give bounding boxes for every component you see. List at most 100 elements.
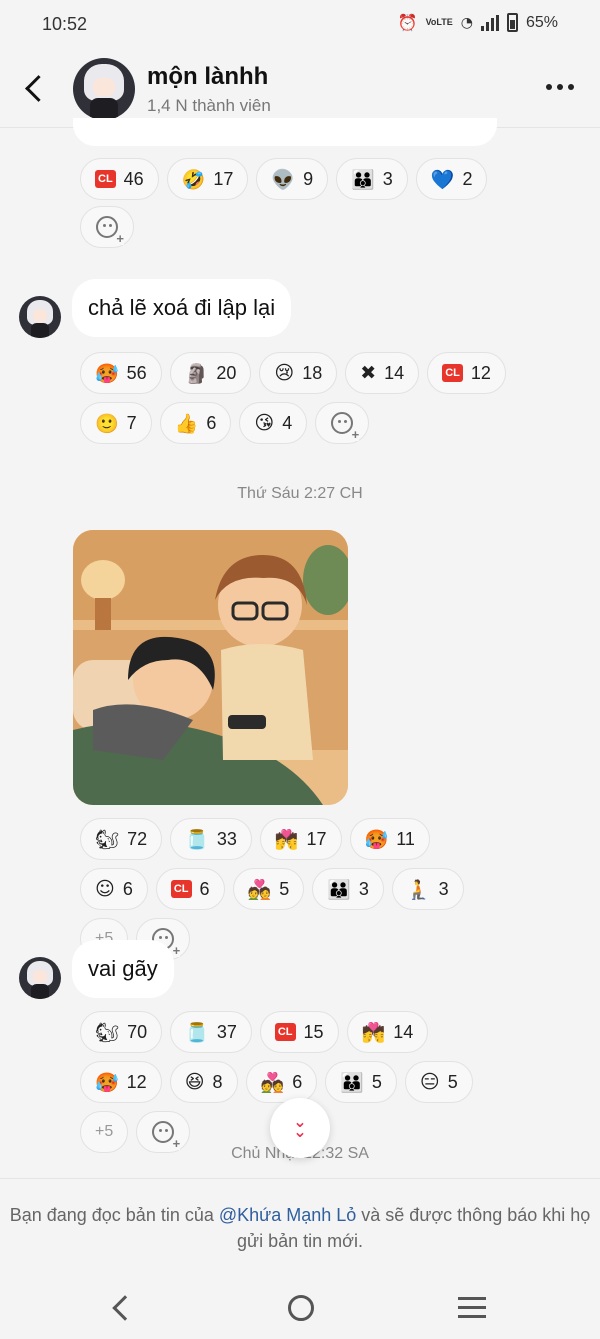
reaction-emoji-icon: 😑 [419, 1071, 440, 1093]
reaction-chip[interactable]: 🥵 11 [349, 818, 430, 860]
reaction-chip[interactable]: 🐿 72 [80, 818, 163, 860]
nav-home-button[interactable] [288, 1295, 314, 1321]
reaction-count: 9 [303, 168, 314, 189]
reaction-bar: 🐿 72 🫙 33 💏 17 🥵 11 ☺ 6 CL 6 💑 5 👪 3 🧎 3 +5 [80, 818, 480, 960]
reaction-count: 5 [447, 1071, 458, 1092]
add-emoji-icon [331, 412, 360, 441]
reaction-chip[interactable]: 😑 5 [404, 1061, 473, 1103]
reaction-chip[interactable]: 💑 6 [245, 1061, 318, 1103]
reaction-count: 14 [384, 362, 405, 383]
reaction-emoji-icon: 🫙 [185, 828, 209, 851]
reaction-emoji-icon: ☺ [95, 878, 115, 900]
reaction-count: 70 [127, 1021, 148, 1042]
reaction-chip[interactable]: 👪 3 [336, 158, 408, 200]
reaction-emoji-icon: 👪 [327, 878, 351, 901]
reaction-emoji-icon: ✖ [360, 362, 377, 384]
channel-avatar[interactable] [73, 58, 135, 120]
reaction-chip[interactable]: 👍 6 [159, 402, 232, 444]
reaction-chip[interactable]: 🙂 7 [80, 402, 152, 444]
add-reaction-button[interactable] [80, 206, 134, 248]
reaction-count: 72 [127, 828, 148, 849]
status-icons: ⏰ VoLTE ◔ 65% [398, 13, 558, 32]
reaction-chip[interactable]: 👽 9 [256, 158, 329, 200]
cl-badge-icon: CL [95, 170, 116, 188]
reaction-count: 5 [371, 1071, 382, 1092]
reaction-count: 6 [206, 412, 217, 433]
reaction-emoji-icon: 👍 [174, 412, 199, 435]
subscription-notice: Bạn đang đọc bản tin của @Khứa Mạnh Lỏ v… [0, 1178, 600, 1278]
reaction-chip[interactable]: 💏 14 [346, 1011, 429, 1053]
date-separator: Thứ Sáu 2:27 CH [237, 485, 363, 502]
reaction-emoji-icon: 👽 [271, 168, 296, 191]
add-emoji-icon [96, 216, 124, 245]
reaction-emoji-icon: 👪 [351, 168, 375, 191]
nav-recents-button[interactable] [458, 1297, 486, 1324]
reaction-count: 6 [292, 1071, 303, 1092]
add-emoji-icon [152, 1121, 181, 1150]
add-reaction-button[interactable] [315, 402, 370, 444]
sender-avatar[interactable] [19, 296, 61, 338]
reaction-emoji-icon: 🤣 [181, 168, 206, 191]
reaction-emoji-icon: 🥵 [364, 828, 389, 851]
reaction-chip[interactable]: 🐿 70 [80, 1011, 163, 1053]
reaction-chip[interactable]: 🫙 33 [170, 818, 252, 860]
reaction-emoji-icon: 💏 [361, 1021, 386, 1044]
cl-badge-icon: CL [442, 364, 463, 382]
reaction-count: 6 [199, 878, 210, 899]
more-options-button[interactable] [546, 84, 574, 90]
double-chevron-down-icon: ⌄ ⌄ [293, 1114, 307, 1141]
message-bubble[interactable]: vai gãy [72, 940, 174, 998]
reaction-bar: 🥵 56 🗿 20 😢 18 ✖ 14 CL 12 🙂 7 👍 6 😘 4 [80, 352, 540, 444]
reaction-count: 56 [126, 362, 147, 383]
reaction-chip[interactable]: 🥵 12 [80, 1061, 162, 1103]
member-count: 1,4 N thành viên [147, 96, 271, 115]
alarm-icon: ⏰ [397, 13, 418, 32]
reaction-chip[interactable]: ✖ 14 [345, 352, 420, 394]
reaction-chip[interactable]: 💑 5 [232, 868, 305, 910]
reaction-chip[interactable]: 🫙 37 [170, 1011, 252, 1053]
reaction-chip[interactable]: 😆 8 [169, 1061, 238, 1103]
reaction-emoji-icon: 🙂 [95, 412, 119, 435]
image-message[interactable] [73, 530, 348, 805]
reaction-chip[interactable]: 🥵 56 [80, 352, 162, 394]
reaction-chip[interactable]: 😘 4 [239, 402, 308, 444]
reaction-emoji-icon: 🫙 [185, 1021, 209, 1044]
system-nav-bar [0, 1279, 600, 1339]
scroll-to-bottom-button[interactable]: ⌄ ⌄ [270, 1098, 330, 1158]
reaction-chip[interactable]: CL 6 [155, 868, 225, 910]
reaction-emoji-icon: 👪 [340, 1071, 364, 1094]
notice-text: Bạn đang đọc bản tin của [9, 1205, 219, 1225]
reaction-chip[interactable]: ☺ 6 [80, 868, 148, 910]
status-bar: 10:52 ⏰ VoLTE ◔ 65% [0, 0, 600, 50]
reaction-count: 12 [470, 362, 491, 383]
reaction-count: 3 [358, 878, 369, 899]
channel-title[interactable]: mộn lànhh [147, 63, 268, 91]
reaction-bar: CL 46 🤣 17 👽 9 👪 3 💙 2 [80, 158, 520, 200]
battery-icon [506, 13, 518, 32]
reaction-count: 37 [216, 1021, 237, 1042]
battery-level: 65% [525, 13, 558, 31]
reaction-count: 17 [306, 828, 327, 849]
reaction-count: 11 [396, 828, 415, 849]
signal-icon [480, 14, 499, 31]
reaction-chip[interactable]: 👪 5 [325, 1061, 397, 1103]
message-bubble[interactable]: chả lẽ xoá đi lập lại [72, 279, 292, 337]
reaction-chip[interactable]: 👪 3 [312, 868, 384, 910]
wifi-icon: ◔ [460, 14, 473, 31]
reaction-count: 14 [393, 1021, 414, 1042]
reaction-chip[interactable]: 🧎 3 [391, 868, 464, 910]
back-button[interactable] [20, 70, 52, 106]
reaction-chip[interactable]: 🗿 20 [169, 352, 252, 394]
reaction-chip[interactable]: 💙 2 [415, 158, 488, 200]
reaction-count: 33 [216, 828, 237, 849]
mention-link[interactable]: @Khứa Mạnh Lỏ [219, 1205, 356, 1225]
reaction-chip[interactable]: CL 12 [427, 352, 506, 394]
reaction-chip[interactable]: CL 15 [259, 1011, 339, 1053]
reaction-chip[interactable]: 🤣 17 [166, 158, 249, 200]
sender-avatar[interactable] [19, 957, 61, 999]
nav-back-button[interactable] [112, 1295, 138, 1321]
reaction-chip[interactable]: 😢 18 [259, 352, 338, 394]
reaction-chip[interactable]: 💏 17 [259, 818, 342, 860]
reaction-chip[interactable]: CL 46 [80, 158, 159, 200]
reaction-emoji-icon: 😘 [254, 412, 275, 434]
